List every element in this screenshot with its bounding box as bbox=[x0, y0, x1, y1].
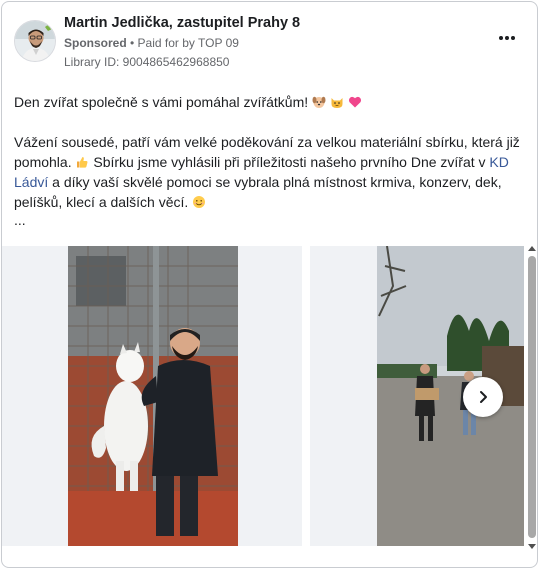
heart-icon bbox=[348, 96, 361, 108]
carousel-scrollbar[interactable] bbox=[526, 246, 537, 556]
post-line-1: Den zvířat společně s vámi pomáhal zvířá… bbox=[14, 92, 526, 112]
more-options-button[interactable] bbox=[495, 30, 519, 46]
scroll-down-arrow[interactable] bbox=[528, 544, 536, 549]
sponsored-line: Sponsored • Paid for by TOP 09 bbox=[64, 36, 239, 50]
meta-separator: • bbox=[126, 36, 138, 50]
avatar[interactable] bbox=[14, 20, 56, 62]
photo-man-with-white-dog bbox=[2, 246, 302, 546]
cat-face-icon bbox=[331, 98, 343, 108]
scroll-up-arrow[interactable] bbox=[528, 246, 536, 251]
post-text: Den zvířat společně s vámi pomáhal zvířá… bbox=[14, 92, 526, 212]
thumbs-up-icon bbox=[77, 157, 88, 168]
see-more-ellipsis[interactable]: ... bbox=[14, 212, 26, 228]
dog-face-icon bbox=[312, 96, 326, 108]
more-horizontal-icon bbox=[498, 36, 503, 40]
carousel-next-button[interactable] bbox=[463, 377, 503, 417]
ad-card: Martin Jedlička, zastupitel Prahy 8 Spon… bbox=[1, 1, 538, 568]
page-name[interactable]: Martin Jedlička, zastupitel Prahy 8 bbox=[64, 15, 300, 31]
library-id: Library ID: 9004865462968850 bbox=[64, 55, 230, 69]
post-paragraph-2: Vážení sousedé, patří vám velké poděková… bbox=[14, 134, 520, 210]
carousel-slide-1[interactable] bbox=[2, 246, 302, 546]
paid-for-text: Paid for by TOP 09 bbox=[137, 36, 239, 50]
chevron-right-icon bbox=[480, 391, 487, 403]
scroll-thumb[interactable] bbox=[528, 256, 536, 538]
smiling-face-icon bbox=[193, 196, 206, 208]
image-carousel[interactable] bbox=[2, 246, 537, 546]
sponsored-label: Sponsored bbox=[64, 36, 127, 50]
